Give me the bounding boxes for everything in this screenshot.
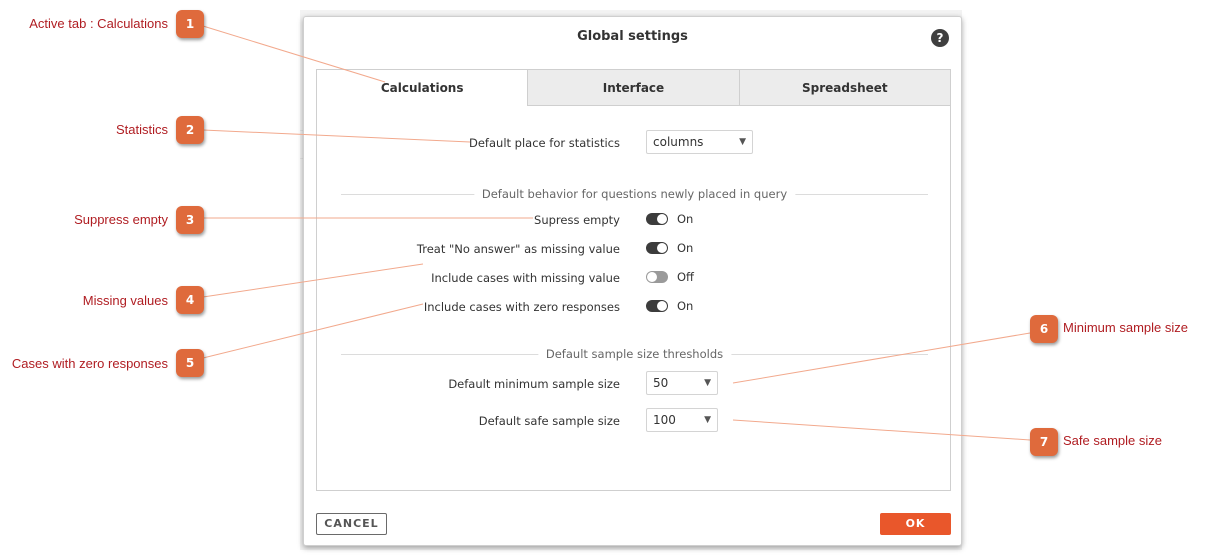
sample-section-divider: Default sample size thresholds	[341, 347, 928, 361]
behavior-section-divider: Default behavior for questions newly pla…	[341, 187, 928, 201]
global-settings-dialog: Global settings ? Calculations Interface…	[303, 16, 962, 546]
cancel-button[interactable]: CANCEL	[316, 513, 387, 535]
statistics-select[interactable]: columns ▼	[646, 130, 753, 154]
annotation-badge-3: 3	[176, 206, 204, 234]
no-answer-missing-state: On	[677, 241, 694, 255]
annotation-badge-1: 1	[176, 10, 204, 38]
toggle-knob	[647, 272, 657, 282]
zero-responses-state: On	[677, 299, 694, 313]
annotation-badge-6: 6	[1030, 315, 1058, 343]
statistics-label: Default place for statistics	[469, 136, 620, 150]
annotation-label-1: Active tab : Calculations	[29, 16, 168, 31]
annotation-badge-4: 4	[176, 286, 204, 314]
annotation-label-7: Safe sample size	[1063, 433, 1162, 448]
annotation-label-6: Minimum sample size	[1063, 320, 1188, 335]
annotation-label-3: Suppress empty	[74, 212, 168, 227]
chevron-down-icon: ▼	[704, 378, 711, 388]
annotation-label-2: Statistics	[115, 122, 168, 137]
chevron-down-icon: ▼	[704, 415, 711, 425]
no-answer-missing-label: Treat "No answer" as missing value	[416, 242, 620, 256]
annotation-badge-2: 2	[176, 116, 204, 144]
zero-responses-label: Include cases with zero responses	[423, 300, 620, 314]
missing-value-toggle[interactable]	[646, 271, 668, 283]
safe-sample-value: 100	[653, 413, 676, 427]
missing-value-state: Off	[677, 270, 694, 284]
suppress-empty-label: Supress empty	[534, 213, 620, 227]
annotation-badge-5: 5	[176, 349, 204, 377]
toggle-knob	[657, 214, 667, 224]
min-sample-value: 50	[653, 376, 669, 390]
dialog-title: Global settings	[577, 29, 688, 44]
suppress-empty-toggle[interactable]	[646, 213, 668, 225]
settings-panel: Calculations Interface Spreadsheet Defau…	[316, 69, 951, 491]
tab-interface[interactable]: Interface	[527, 70, 739, 106]
toggle-knob	[657, 301, 667, 311]
help-icon[interactable]: ?	[931, 29, 949, 47]
suppress-empty-state: On	[677, 212, 694, 226]
tab-bar: Calculations Interface Spreadsheet	[317, 70, 950, 106]
safe-sample-label: Default safe sample size	[478, 414, 620, 428]
toggle-knob	[657, 243, 667, 253]
ok-button[interactable]: OK	[880, 513, 951, 535]
no-answer-missing-toggle[interactable]	[646, 242, 668, 254]
annotation-label-5: Cases with zero responses	[11, 356, 168, 371]
min-sample-label: Default minimum sample size	[448, 377, 620, 391]
min-sample-select[interactable]: 50 ▼	[646, 371, 718, 395]
tab-calculations[interactable]: Calculations	[317, 70, 528, 106]
behavior-section-label: Default behavior for questions newly pla…	[473, 187, 796, 201]
zero-responses-toggle[interactable]	[646, 300, 668, 312]
tab-spreadsheet[interactable]: Spreadsheet	[738, 70, 950, 106]
annotation-badge-7: 7	[1030, 428, 1058, 456]
sample-section-label: Default sample size thresholds	[537, 347, 732, 361]
annotation-label-4: Missing values	[82, 293, 168, 308]
statistics-value: columns	[653, 135, 704, 149]
chevron-down-icon: ▼	[739, 137, 746, 147]
safe-sample-select[interactable]: 100 ▼	[646, 408, 718, 432]
missing-value-label: Include cases with missing value	[431, 271, 620, 285]
